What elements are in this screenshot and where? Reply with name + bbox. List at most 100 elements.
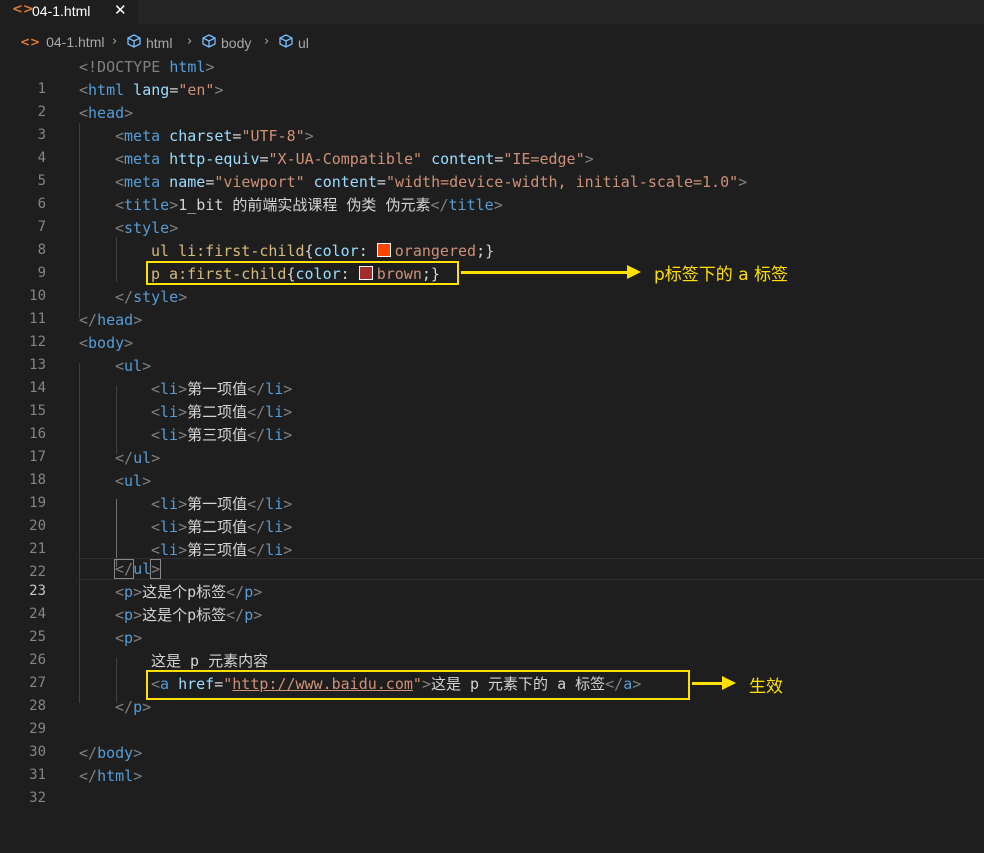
code-line-12[interactable]: 12 </head>: [0, 309, 984, 350]
tag-name: p: [124, 583, 134, 601]
bracket: >: [178, 518, 188, 536]
bracket: <: [115, 583, 125, 601]
annotation-label-effect: 生效: [749, 677, 783, 697]
chevron-right-icon: ›: [112, 34, 118, 49]
breadcrumb-label: ul: [298, 34, 309, 51]
code-line-7[interactable]: 7 <title>1_bit 的前端实战课程 伪类 伪元素</title>: [0, 194, 984, 235]
code-line-31[interactable]: 31 </body>: [0, 742, 984, 783]
code-line-14[interactable]: 14 <ul>: [0, 355, 984, 396]
equals: =: [205, 173, 215, 191]
doctype-open: <!DOCTYPE: [79, 58, 170, 76]
tag-name: meta: [124, 173, 161, 191]
tag-name: li: [265, 495, 284, 513]
bracket: >: [133, 744, 143, 762]
html-file-icon: <>: [20, 35, 41, 49]
code-line-5[interactable]: 5 <meta http-equiv="X-UA-Compatible" con…: [0, 148, 984, 189]
close-icon[interactable]: ✕: [114, 1, 127, 19]
bracket: </: [115, 449, 134, 467]
bracket: </: [115, 698, 134, 716]
code-line-15[interactable]: 15 <li>第一项值</li>: [0, 378, 984, 419]
code-line-18[interactable]: 18 </ul>: [0, 447, 984, 488]
bracket: <: [79, 81, 89, 99]
bracket: >: [283, 403, 293, 421]
code-line-24[interactable]: 24 <p>这是个p标签</p>: [0, 581, 984, 622]
code-line-32[interactable]: 32 </html>: [0, 765, 984, 806]
tag-name: ul: [124, 357, 143, 375]
breadcrumb-item-file[interactable]: <> 04-1.html: [20, 34, 104, 50]
tag-name: li: [160, 495, 179, 513]
highlight-box-css-rule: [146, 261, 459, 285]
cube-icon: [127, 34, 141, 51]
color-swatch-orangered[interactable]: [376, 243, 391, 257]
cube-icon: [202, 34, 216, 51]
code-line-20[interactable]: 20 <li>第一项值</li>: [0, 493, 984, 534]
bracket: </: [113, 559, 135, 579]
title-text: 1_bit 的前端实战课程 伪类 伪元素: [178, 196, 431, 214]
bracket: </: [430, 196, 449, 214]
html-file-icon: <>: [12, 2, 34, 17]
li-text: 第二项值: [187, 403, 248, 421]
bracket: >: [151, 449, 161, 467]
colon: :: [358, 242, 377, 260]
code-line-17[interactable]: 17 <li>第三项值</li>: [0, 424, 984, 465]
bracket: <: [151, 426, 161, 444]
css-value: orangered: [394, 242, 477, 260]
bracket: >: [150, 559, 162, 579]
code-line-13[interactable]: 13 <body>: [0, 332, 984, 373]
bracket: <: [115, 472, 125, 490]
brace: {: [304, 242, 314, 260]
bracket: </: [226, 606, 245, 624]
breadcrumb-item-ul[interactable]: ul: [279, 34, 309, 51]
bracket: </: [247, 518, 266, 536]
li-text: 第三项值: [187, 426, 248, 444]
tag-name: li: [160, 403, 179, 421]
tag-name: li: [160, 380, 179, 398]
code-line-9[interactable]: 9 ul li:first-child{color: orangered;}: [0, 240, 984, 281]
breadcrumb-item-html[interactable]: html: [127, 34, 172, 51]
code-line-11[interactable]: 11 </style>: [0, 286, 984, 327]
bracket: >: [214, 81, 224, 99]
code-line-21[interactable]: 21 <li>第二项值</li>: [0, 516, 984, 557]
code-line-2[interactable]: 2 <html lang="en">: [0, 79, 984, 120]
code-line-16[interactable]: 16 <li>第二项值</li>: [0, 401, 984, 442]
bracket: <: [79, 334, 89, 352]
bracket: <: [115, 127, 125, 145]
code-line-8[interactable]: 8 <style>: [0, 217, 984, 258]
code-line-23[interactable]: 23 </ul>: [0, 558, 984, 599]
tab-label: 04-1.html: [32, 3, 91, 19]
code-line-25[interactable]: 25 <p>这是个p标签</p>: [0, 604, 984, 645]
arrow-right-icon: [627, 265, 641, 279]
code-line-27[interactable]: 27 这是 p 元素内容: [0, 650, 984, 691]
code-line-26[interactable]: 26 <p>: [0, 627, 984, 668]
code-line-19[interactable]: 19 <ul>: [0, 470, 984, 511]
attr-value: "width=device-width, initial-scale=1.0": [385, 173, 739, 191]
highlight-box-link: [146, 670, 690, 700]
bracket: >: [283, 380, 293, 398]
li-text: 第一项值: [187, 380, 248, 398]
tag-name: li: [265, 403, 284, 421]
p-text: 这是个p标签: [142, 606, 227, 624]
code-line-30[interactable]: 30: [0, 719, 984, 760]
tag-name: p: [124, 606, 134, 624]
tag-name: ul: [124, 472, 143, 490]
code-line-3[interactable]: 3 <head>: [0, 102, 984, 143]
equals: =: [259, 150, 269, 168]
attr-name: lang: [124, 81, 170, 99]
code-line-1[interactable]: 1 <!DOCTYPE html>: [0, 56, 984, 97]
code-line-4[interactable]: 4 <meta charset="UTF-8">: [0, 125, 984, 166]
tag-name: li: [160, 426, 179, 444]
arrow-line: [461, 271, 629, 274]
bracket: >: [142, 357, 152, 375]
breadcrumb-label: 04-1.html: [46, 34, 105, 50]
tag-name: p: [244, 583, 254, 601]
bracket: >: [283, 518, 293, 536]
breadcrumb-item-body[interactable]: body: [202, 34, 251, 51]
equals: =: [169, 81, 179, 99]
bracket: >: [133, 311, 143, 329]
code-line-6[interactable]: 6 <meta name="viewport" content="width=d…: [0, 171, 984, 212]
bracket: >: [178, 426, 188, 444]
tag-name: li: [265, 426, 284, 444]
p-text: 这是个p标签: [142, 583, 227, 601]
p-text: 这是 p 元素内容: [151, 652, 269, 670]
tab-04-1-html[interactable]: <> 04-1.html ✕: [0, 0, 138, 24]
